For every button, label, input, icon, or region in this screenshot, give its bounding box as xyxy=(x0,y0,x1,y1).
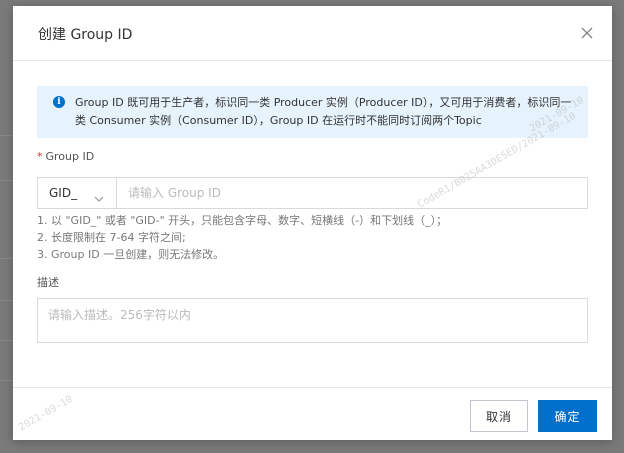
confirm-button[interactable]: 确定 xyxy=(538,400,597,432)
info-icon: i xyxy=(53,96,65,108)
bg-divider xyxy=(0,340,14,341)
bg-divider xyxy=(0,135,14,136)
chevron-down-icon xyxy=(94,188,104,207)
group-id-label: * Group ID xyxy=(37,150,94,163)
create-group-id-dialog: 创建 Group ID i Group ID 既可用于生产者，标识同一类 Pro… xyxy=(13,6,612,440)
dialog-title: 创建 Group ID xyxy=(38,27,133,43)
rule-item: 3. Group ID 一旦创建，则无法修改。 xyxy=(37,248,225,261)
group-id-label-text: Group ID xyxy=(45,150,95,163)
info-text: Group ID 既可用于生产者，标识同一类 Producer 实例（Produ… xyxy=(75,96,572,127)
rule-item: 1. 以 "GID_" 或者 "GID-" 开头，只能包含字母、数字、短横线（-… xyxy=(37,214,448,227)
group-id-input[interactable] xyxy=(118,178,586,208)
gid-prefix-select[interactable]: GID_ xyxy=(38,178,117,208)
dialog-footer: 取消 确定 xyxy=(13,387,612,440)
group-id-rules: 1. 以 "GID_" 或者 "GID-" 开头，只能包含字母、数字、短横线（-… xyxy=(37,212,447,263)
info-notice: i Group ID 既可用于生产者，标识同一类 Producer 实例（Pro… xyxy=(37,86,588,138)
description-textarea[interactable] xyxy=(37,298,588,343)
bg-divider xyxy=(0,380,14,381)
bg-divider xyxy=(0,300,14,301)
close-icon[interactable] xyxy=(578,24,596,42)
rule-item: 2. 长度限制在 7-64 字符之间; xyxy=(37,231,186,244)
description-label: 描述 xyxy=(37,276,59,289)
cancel-button[interactable]: 取消 xyxy=(470,400,528,432)
group-id-input-group: GID_ xyxy=(37,177,588,209)
dialog-header: 创建 Group ID xyxy=(13,6,612,61)
bg-divider xyxy=(0,180,14,181)
bg-divider xyxy=(0,258,14,259)
required-mark: * xyxy=(37,150,43,163)
gid-prefix-value: GID_ xyxy=(49,186,78,200)
